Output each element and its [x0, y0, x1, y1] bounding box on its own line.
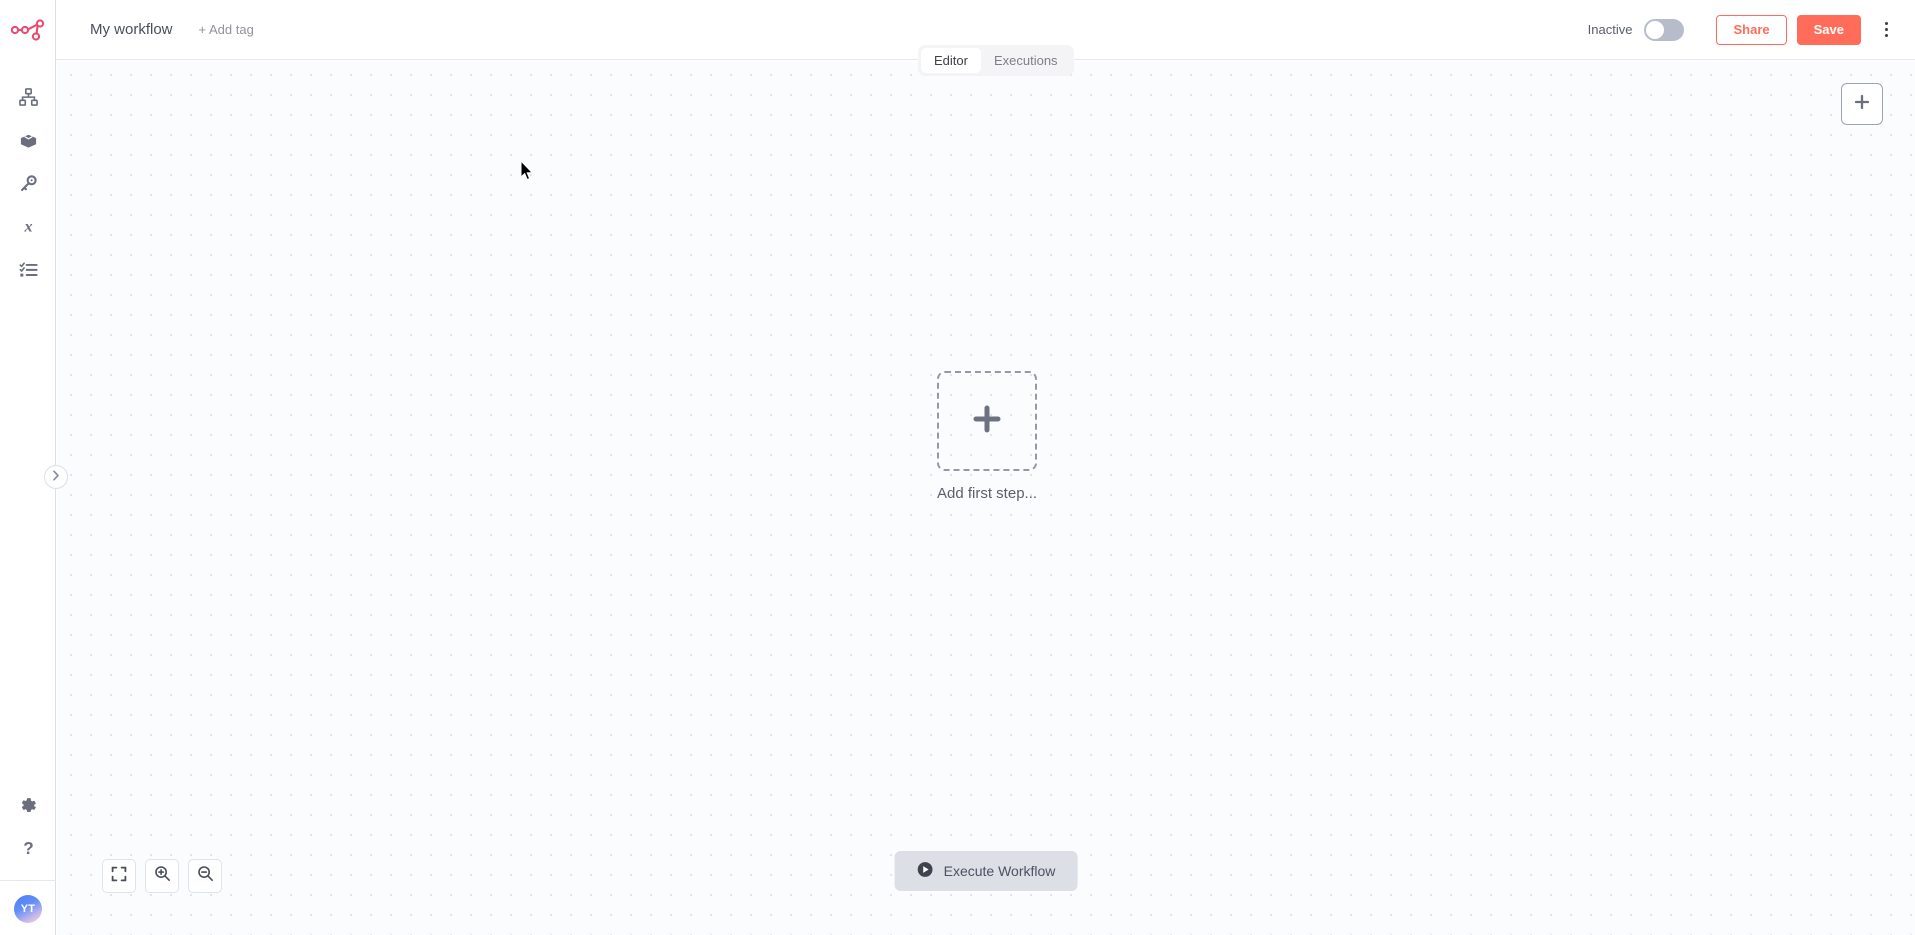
add-first-step-box[interactable]: [937, 371, 1038, 471]
package-icon: [19, 131, 38, 155]
checklist-icon: [19, 260, 38, 284]
sidebar-item-variables[interactable]: x: [0, 207, 56, 250]
zoom-in-button[interactable]: [145, 859, 179, 893]
sidebar-item-templates[interactable]: [0, 121, 56, 164]
add-first-step-label: Add first step...: [937, 485, 1038, 502]
save-button[interactable]: Save: [1796, 14, 1861, 45]
execute-workflow-label: Execute Workflow: [943, 863, 1056, 879]
editor-tabs: Editor Executions: [918, 45, 1074, 76]
zoom-out-button[interactable]: [188, 859, 222, 893]
question-icon: ?: [19, 839, 38, 863]
sidebar-bottom-nav: ? YT: [0, 786, 56, 935]
variable-x-icon: x: [19, 217, 38, 241]
kebab-dot: [1884, 22, 1888, 25]
zoom-to-fit-button[interactable]: [102, 859, 136, 893]
svg-text:?: ?: [23, 839, 33, 858]
toggle-knob: [1646, 20, 1665, 39]
chevron-right-icon: [52, 470, 60, 484]
play-circle-icon: [917, 861, 934, 881]
workflow-menu-button[interactable]: [1875, 16, 1897, 44]
workflow-canvas[interactable]: Add first step... Execute Workflow: [57, 61, 1915, 935]
key-icon: [19, 174, 38, 198]
workflow-name[interactable]: My workflow: [86, 18, 177, 41]
sidebar-nav: x: [0, 78, 55, 293]
sidebar-expand-toggle[interactable]: [44, 465, 68, 489]
tab-editor[interactable]: Editor: [921, 48, 981, 73]
add-tag-button[interactable]: + Add tag: [199, 22, 254, 37]
canvas-zoom-toolbar: [102, 859, 222, 893]
add-node-button[interactable]: [1841, 83, 1883, 125]
gear-icon: [19, 796, 38, 820]
magnifier-minus-icon: [197, 865, 214, 887]
n8n-workflow-editor: x ? YT My workflow + Add tag Inactive Sh…: [0, 0, 1915, 935]
n8n-logo[interactable]: [0, 0, 56, 60]
plus-icon: [1853, 93, 1871, 116]
activation-status-label: Inactive: [1587, 22, 1633, 37]
tab-executions[interactable]: Executions: [981, 48, 1071, 73]
sidebar-item-settings[interactable]: [0, 786, 56, 829]
sitemap-icon: [18, 87, 38, 112]
share-button[interactable]: Share: [1716, 14, 1787, 45]
plus-icon: [970, 402, 1004, 441]
sidebar-item-executions[interactable]: [0, 250, 56, 293]
sidebar-item-credentials[interactable]: [0, 164, 56, 207]
activation-toggle[interactable]: [1644, 18, 1685, 41]
svg-text:x: x: [23, 218, 32, 235]
kebab-dot: [1884, 34, 1888, 37]
add-first-step-button[interactable]: Add first step...: [937, 371, 1037, 502]
sidebar-item-help[interactable]: ?: [0, 829, 56, 872]
fit-screen-icon: [111, 866, 127, 887]
sidebar-item-workflows[interactable]: [0, 78, 56, 121]
kebab-dot: [1884, 28, 1888, 31]
avatar[interactable]: YT: [14, 895, 42, 923]
magnifier-plus-icon: [154, 865, 171, 887]
execute-workflow-button[interactable]: Execute Workflow: [894, 851, 1078, 891]
sidebar-divider: [0, 880, 56, 881]
